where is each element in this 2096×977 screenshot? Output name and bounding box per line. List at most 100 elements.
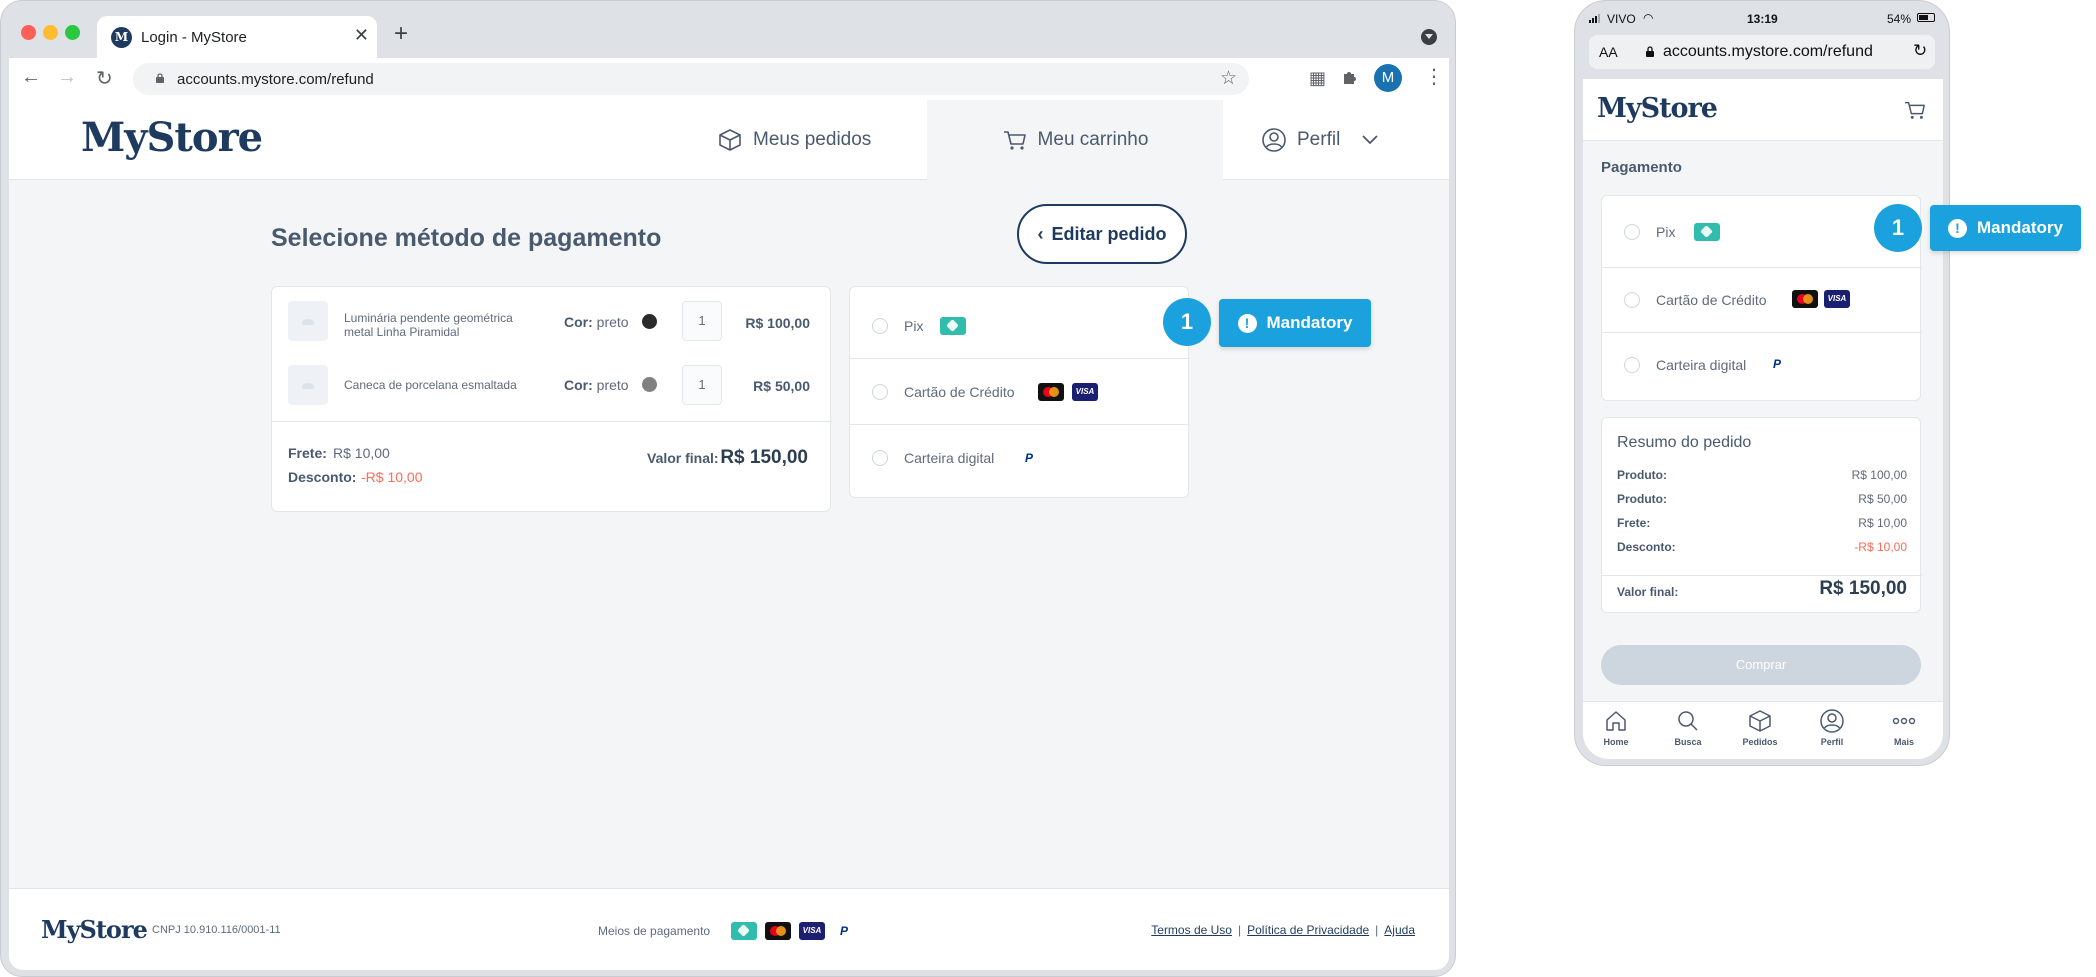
terms-link[interactable]: Termos de Uso <box>1151 923 1232 937</box>
tab-search[interactable]: Busca <box>1658 708 1718 747</box>
radio-button[interactable] <box>1624 357 1640 373</box>
nav-orders[interactable]: Meus pedidos <box>717 100 871 180</box>
mastercard-icon <box>1038 383 1064 401</box>
mandatory-tag: ! Mandatory <box>1219 299 1371 347</box>
tab-label: Busca <box>1674 737 1702 747</box>
nav-cart[interactable]: Meu carrinho <box>927 100 1223 180</box>
shipping-value: R$ 10,00 <box>333 445 390 461</box>
minimize-window-button[interactable] <box>43 25 58 40</box>
product-color: Cor: preto <box>564 314 629 330</box>
user-circle-icon <box>1820 709 1844 733</box>
privacy-link[interactable]: Política de Privacidade <box>1247 923 1369 937</box>
payment-option-pix[interactable]: Pix <box>850 287 1190 359</box>
radio-button[interactable] <box>1624 224 1640 240</box>
extensions-puzzle-icon[interactable] <box>1341 69 1359 87</box>
text-size-button[interactable]: AA <box>1599 44 1618 60</box>
summary-final-row: Valor final: R$ 150,00 <box>1617 578 1907 602</box>
quantity-field[interactable]: 1 <box>682 301 722 341</box>
payment-option-digital-wallet[interactable]: Carteira digital P <box>850 425 1190 491</box>
close-window-button[interactable] <box>21 25 36 40</box>
payment-option-credit-card[interactable]: Cartão de Crédito VISA <box>1602 268 1922 333</box>
nav-profile[interactable]: Perfil <box>1261 100 1388 180</box>
site-logo[interactable]: MyStore <box>81 114 263 161</box>
edit-order-button[interactable]: ‹ Editar pedido <box>1017 204 1187 264</box>
nav-cart-label: Meu carrinho <box>1037 129 1149 150</box>
tab-search-icon[interactable] <box>1421 29 1437 45</box>
summary-final-value: R$ 150,00 <box>1819 578 1907 599</box>
tab-orders[interactable]: Pedidos <box>1730 708 1790 747</box>
tab-home[interactable]: Home <box>1586 708 1646 747</box>
address-bar[interactable]: accounts.mystore.com/refund ☆ <box>133 63 1249 95</box>
maximize-window-button[interactable] <box>65 25 80 40</box>
link-separator: | <box>1237 923 1242 937</box>
discount-label: Desconto: <box>288 469 357 485</box>
new-tab-icon[interactable]: + <box>394 20 408 48</box>
close-tab-icon[interactable]: ✕ <box>354 25 369 46</box>
mobile-site-logo[interactable]: MyStore <box>1597 93 1718 124</box>
color-swatch <box>642 377 657 392</box>
pix-icon <box>940 317 966 335</box>
product-price: R$ 50,00 <box>753 378 810 394</box>
radio-button[interactable] <box>872 450 888 466</box>
visa-icon: VISA <box>799 922 825 940</box>
forward-icon[interactable]: → <box>57 66 77 89</box>
mobile-payment-methods-card: Pix Cartão de Crédito VISA Carteira digi… <box>1601 195 1922 401</box>
payment-label: Pix <box>1656 224 1676 240</box>
desktop-browser-window: M Login - MyStore ✕ + ← → ↻ accounts.mys… <box>0 0 1456 977</box>
step-number-badge: 1 <box>1163 298 1211 346</box>
divider <box>272 421 832 422</box>
tab-profile[interactable]: Perfil <box>1802 708 1862 747</box>
site-header: MyStore Meus pedidos Meu carrinho Perfil <box>9 100 1449 180</box>
mobile-address-bar[interactable]: AA accounts.mystore.com/refund ↻ <box>1589 35 1935 69</box>
carrier-name: VIVO <box>1607 12 1636 26</box>
cnpj-text: CNPJ 10.910.116/0001-11 <box>152 924 281 936</box>
help-link[interactable]: Ajuda <box>1384 923 1415 937</box>
browser-menu-icon[interactable]: ⋮ <box>1424 64 1444 89</box>
summary-final-label: Valor final: <box>1617 585 1679 599</box>
quantity-field[interactable]: 1 <box>682 365 722 405</box>
mandatory-tag: ! Mandatory <box>1930 205 2081 251</box>
link-separator: | <box>1375 923 1379 937</box>
edit-order-label: Editar pedido <box>1051 223 1167 244</box>
tab-more[interactable]: Mais <box>1874 708 1934 747</box>
product-name: Caneca de porcelana esmaltada <box>344 378 517 392</box>
summary-row-value: -R$ 10,00 <box>1854 540 1907 554</box>
summary-row-value: R$ 50,00 <box>1858 492 1907 506</box>
mobile-site-header: MyStore <box>1583 79 1943 141</box>
tab-label: Perfil <box>1820 737 1844 747</box>
reload-icon[interactable]: ↻ <box>96 66 113 91</box>
tab-label: Pedidos <box>1742 737 1778 747</box>
exclamation-icon: ! <box>1948 218 1968 238</box>
buy-button[interactable]: Comprar <box>1601 645 1921 685</box>
profile-avatar[interactable]: M <box>1374 64 1402 92</box>
payment-option-digital-wallet[interactable]: Carteira digital P <box>1602 333 1922 398</box>
chevron-left-icon: ‹ <box>1037 223 1044 244</box>
signal-icon <box>1589 14 1600 23</box>
product-price: R$ 100,00 <box>745 315 810 331</box>
tab-title: Login - MyStore <box>141 29 247 46</box>
battery-percent: 54% <box>1887 12 1912 26</box>
web-page: MyStore Meus pedidos Meu carrinho Perfil… <box>9 100 1449 970</box>
bookmark-star-icon[interactable]: ☆ <box>1220 67 1237 90</box>
summary-row-label: Produto: <box>1617 492 1667 506</box>
back-icon[interactable]: ← <box>21 66 41 89</box>
payment-methods-label: Meios de pagamento <box>598 924 711 938</box>
radio-button[interactable] <box>872 318 888 334</box>
pix-icon <box>1694 223 1720 241</box>
exclamation-icon: ! <box>1237 313 1257 333</box>
paypal-icon: P <box>1766 355 1788 373</box>
radio-button[interactable] <box>872 384 888 400</box>
color-label: Cor: <box>564 377 593 393</box>
extension-grid-icon[interactable]: ▦ <box>1309 68 1326 89</box>
payment-label: Cartão de Crédito <box>904 384 1015 400</box>
browser-tab[interactable]: M Login - MyStore ✕ <box>97 16 377 58</box>
reload-icon[interactable]: ↻ <box>1913 41 1927 61</box>
product-image <box>288 365 328 405</box>
summary-row-value: R$ 10,00 <box>1858 516 1907 530</box>
payment-option-credit-card[interactable]: Cartão de Crédito VISA <box>850 359 1190 425</box>
box-icon <box>1749 710 1771 732</box>
mobile-order-summary: Resumo do pedido Produto: R$ 100,00 Produ… <box>1601 417 1922 613</box>
radio-button[interactable] <box>1624 292 1640 308</box>
footer-logo[interactable]: MyStore <box>41 915 148 944</box>
cart-icon[interactable] <box>1903 99 1927 121</box>
